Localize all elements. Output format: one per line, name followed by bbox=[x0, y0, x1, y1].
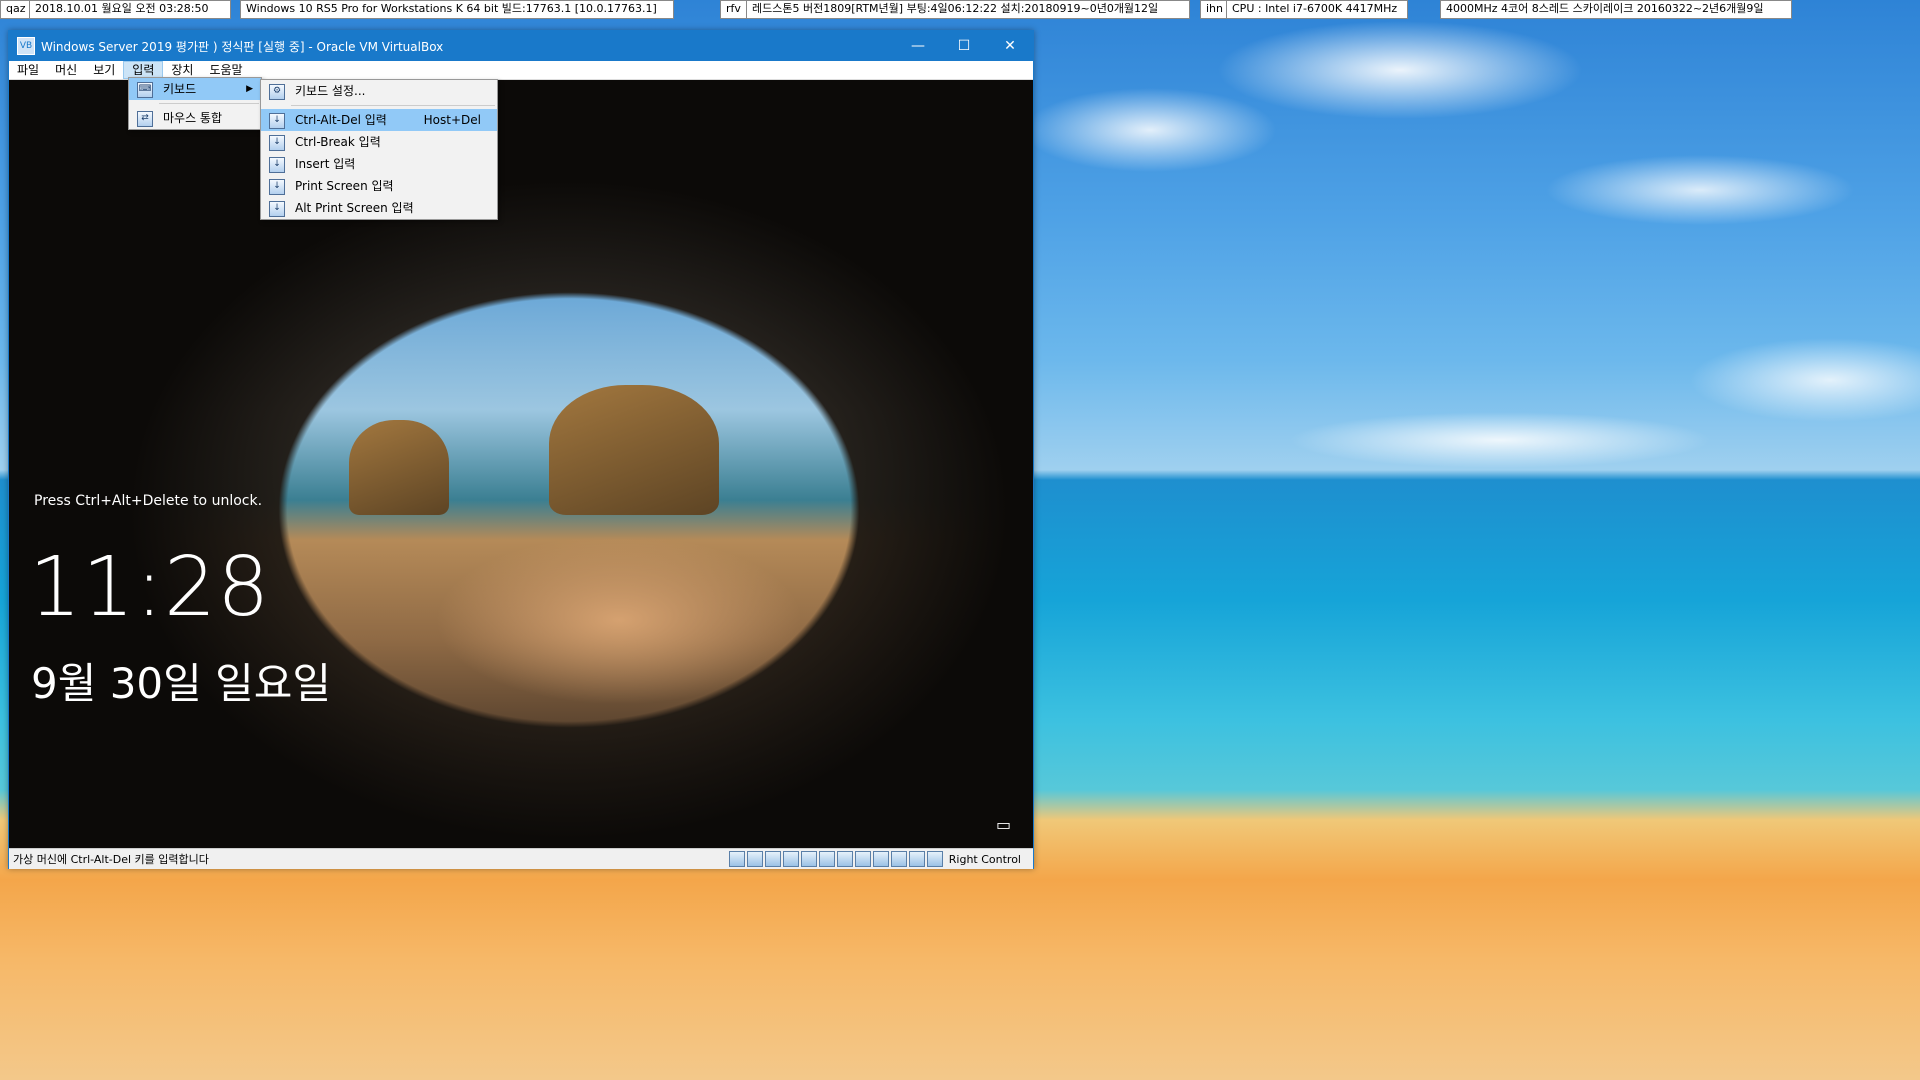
menu-item-keyboard-label: 키보드 bbox=[163, 82, 197, 96]
keyboard-settings-label: 키보드 설정... bbox=[295, 84, 366, 98]
menu-file[interactable]: 파일 bbox=[9, 61, 47, 79]
unlock-prompt: Press Ctrl+Alt+Delete to unlock. bbox=[34, 493, 263, 509]
info-datetime: 2018.10.01 월요일 오전 03:28:50 bbox=[29, 0, 231, 19]
key-input-icon: ↓ bbox=[269, 201, 285, 217]
key-input-icon: ↓ bbox=[269, 135, 285, 151]
display-icon[interactable] bbox=[836, 851, 853, 867]
info-cpu: CPU : Intel i7-6700K 4417MHz bbox=[1226, 0, 1408, 19]
input-menu: ⌨ 키보드 ▶ ⇄ 마우스 통합 bbox=[128, 77, 262, 130]
audio-icon[interactable] bbox=[764, 851, 781, 867]
menu-separator bbox=[291, 105, 495, 106]
key-input-icon: ↓ bbox=[269, 113, 285, 129]
alt-print-screen-label: Alt Print Screen 입력 bbox=[295, 201, 414, 215]
close-button[interactable]: ✕ bbox=[987, 31, 1033, 61]
print-screen-label: Print Screen 입력 bbox=[295, 179, 394, 193]
submenu-arrow-icon: ▶ bbox=[246, 84, 253, 94]
info-build: 레드스톤5 버전1809[RTM년월] 부팅:4일06:12:22 설치:201… bbox=[746, 0, 1190, 19]
menu-item-print-screen[interactable]: ↓ Print Screen 입력 bbox=[261, 175, 497, 197]
optical-drive-icon[interactable] bbox=[746, 851, 763, 867]
ctrl-alt-del-shortcut: Host+Del bbox=[423, 113, 481, 127]
info-cpu-detail: 4000MHz 4코어 8스레드 스카이레이크 20160322~2년6개월9일 bbox=[1440, 0, 1792, 19]
keyboard-submenu: ⚙ 키보드 설정... ↓ Ctrl-Alt-Del 입력 Host+Del ↓… bbox=[260, 79, 498, 220]
menu-item-mouse-integration[interactable]: ⇄ 마우스 통합 bbox=[129, 107, 261, 129]
status-bar: 가상 머신에 Ctrl-Alt-Del 키를 입력합니다 Right Contr… bbox=[9, 848, 1033, 869]
key-input-icon: ↓ bbox=[269, 179, 285, 195]
status-message: 가상 머신에 Ctrl-Alt-Del 키를 입력합니다 bbox=[13, 853, 209, 866]
menu-item-ctrl-break[interactable]: ↓ Ctrl-Break 입력 bbox=[261, 131, 497, 153]
minimize-button[interactable]: — bbox=[895, 31, 941, 61]
mouse-integration-icon[interactable] bbox=[890, 851, 907, 867]
cave-overlay bbox=[9, 80, 1033, 848]
info-os: Windows 10 RS5 Pro for Workstations K 64… bbox=[240, 0, 674, 19]
menu-item-keyboard[interactable]: ⌨ 키보드 ▶ bbox=[129, 78, 261, 100]
lockscreen-date: 9월 30일 일요일 bbox=[31, 659, 332, 708]
menu-view[interactable]: 보기 bbox=[85, 61, 123, 79]
menu-item-mouse-label: 마우스 통합 bbox=[163, 111, 223, 125]
recording-icon[interactable] bbox=[854, 851, 871, 867]
menu-item-ctrl-alt-del[interactable]: ↓ Ctrl-Alt-Del 입력 Host+Del bbox=[261, 109, 497, 131]
host-key-label: Right Control bbox=[948, 852, 1021, 866]
info-rfv-key: rfv bbox=[720, 0, 747, 19]
virtualbox-window[interactable]: VB Windows Server 2019 평가판 ) 정식판 [실행 중] … bbox=[8, 30, 1034, 869]
menu-item-keyboard-settings[interactable]: ⚙ 키보드 설정... bbox=[261, 80, 497, 102]
menu-machine[interactable]: 머신 bbox=[47, 61, 85, 79]
info-ihn-key: ihn bbox=[1200, 0, 1229, 19]
hard-disk-icon[interactable] bbox=[728, 851, 745, 867]
ctrl-break-label: Ctrl-Break 입력 bbox=[295, 135, 381, 149]
key-input-icon: ↓ bbox=[269, 157, 285, 173]
ctrl-alt-del-label: Ctrl-Alt-Del 입력 bbox=[295, 113, 387, 127]
menu-item-insert[interactable]: ↓ Insert 입력 bbox=[261, 153, 497, 175]
insert-label: Insert 입력 bbox=[295, 157, 356, 171]
keyboard-capture-icon[interactable] bbox=[908, 851, 925, 867]
title-bar[interactable]: VB Windows Server 2019 평가판 ) 정식판 [실행 중] … bbox=[9, 31, 1033, 61]
info-date-key: qaz bbox=[0, 0, 32, 19]
cpu-icon[interactable] bbox=[872, 851, 889, 867]
shared-folders-icon[interactable] bbox=[818, 851, 835, 867]
window-title: Windows Server 2019 평가판 ) 정식판 [실행 중] - O… bbox=[41, 39, 444, 54]
keyboard-icon: ⌨ bbox=[137, 82, 153, 98]
lockscreen-clock: 11:28 bbox=[29, 540, 271, 635]
settings-icon: ⚙ bbox=[269, 84, 285, 100]
menu-separator bbox=[159, 103, 259, 104]
menu-item-alt-print-screen[interactable]: ↓ Alt Print Screen 입력 bbox=[261, 197, 497, 219]
vm-display[interactable]: Press Ctrl+Alt+Delete to unlock. 11:28 9… bbox=[9, 80, 1033, 848]
accessibility-icon[interactable]: ▭ bbox=[996, 815, 1011, 834]
mouse-integration-icon: ⇄ bbox=[137, 111, 153, 127]
host-key-arrow-icon[interactable] bbox=[926, 851, 943, 867]
usb-icon[interactable] bbox=[800, 851, 817, 867]
network-icon[interactable] bbox=[782, 851, 799, 867]
virtualbox-app-icon: VB bbox=[17, 37, 35, 55]
maximize-button[interactable]: ☐ bbox=[941, 31, 987, 61]
